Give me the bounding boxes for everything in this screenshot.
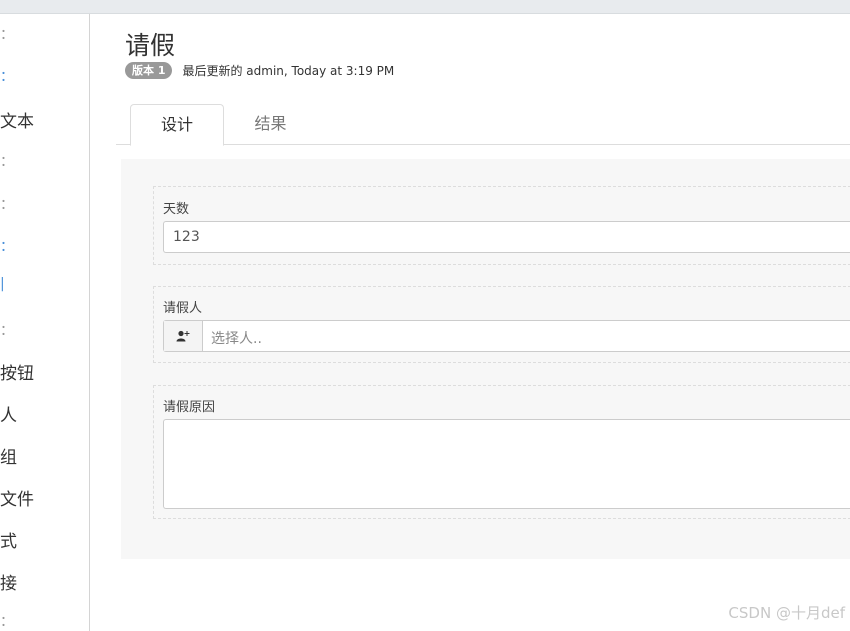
version-badge: 版本 1 [125,61,173,79]
top-bar [0,0,850,14]
sidebar-item-button[interactable]: 按钮 [0,359,34,384]
sidebar-item-style[interactable]: 式 [0,527,17,552]
sidebar-fragment[interactable]: ： [0,236,14,256]
tab-results[interactable]: 结果 [224,104,317,143]
person-picker[interactable]: 选择人.. [163,320,850,352]
sidebar-fragment: ： [0,27,14,43]
sidebar-item-file[interactable]: 文件 [0,485,34,510]
field-person: 请假人 选择人.. [153,286,850,363]
field-days: 天数 123 [153,186,850,265]
sidebar-item-group[interactable]: 组 [0,443,17,468]
sidebar-fragment: ： [0,614,14,630]
tab-design[interactable]: 设计 [130,104,224,146]
sidebar-fragment: ： [0,154,14,170]
person-placeholder: 选择人.. [211,331,262,347]
sidebar-item-person[interactable]: 人 [0,401,17,426]
field-label: 请假人 [163,301,203,316]
sidebar: ： ： 文本 ： ： ： | ： 按钮 人 组 文件 式 接 ： [0,14,90,631]
version-meta: 版本 1 最后更新的 admin, Today at 3:19 PM [125,61,394,79]
days-input[interactable]: 123 [163,221,850,253]
tab-bar: 设计 结果 [116,104,850,146]
days-input-value: 123 [173,229,200,245]
sidebar-fragment[interactable]: ： [0,66,14,86]
sidebar-fragment: ： [0,323,14,339]
field-label: 天数 [163,202,190,217]
sidebar-item-text[interactable]: 文本 [0,107,34,132]
reason-textarea[interactable] [163,419,850,509]
updated-text: 最后更新的 admin, Today at 3:19 PM [182,63,395,78]
add-user-icon[interactable] [164,321,203,351]
sidebar-fragment[interactable]: | [0,276,5,292]
page-title: 请假 [125,31,176,60]
field-reason: 请假原因 [153,385,850,519]
watermark: CSDN @十月def [728,604,845,622]
sidebar-fragment: ： [0,197,14,213]
field-label: 请假原因 [163,400,216,415]
sidebar-item-link[interactable]: 接 [0,569,17,594]
